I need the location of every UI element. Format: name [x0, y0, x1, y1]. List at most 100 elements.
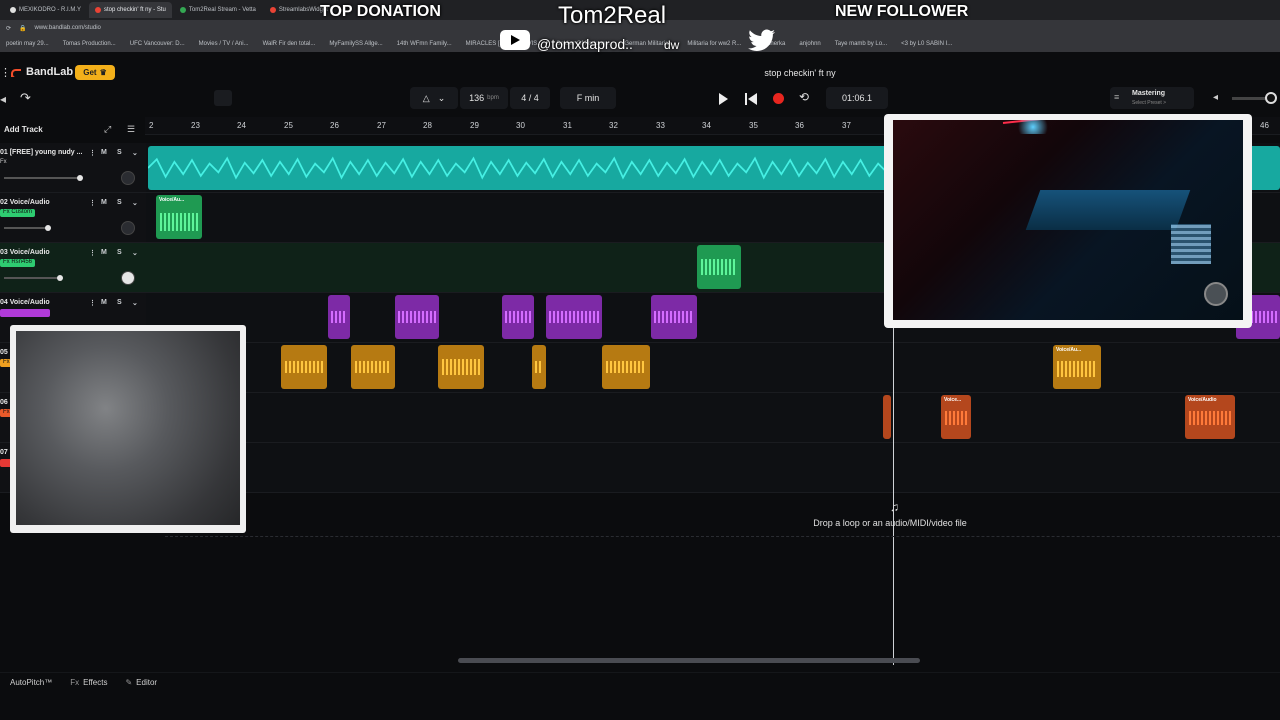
bookmark[interactable]: Militaria for ww2 R... — [687, 41, 741, 47]
solo-button[interactable]: S — [117, 199, 122, 206]
track-name[interactable]: 03 Voice/Audio — [0, 249, 50, 256]
time-signature-field[interactable]: 4 / 4 — [510, 87, 550, 109]
pan-knob[interactable] — [121, 271, 135, 285]
autopitch-button[interactable]: AutoPitch™ — [10, 678, 52, 687]
grid-toggle-button[interactable] — [214, 90, 232, 106]
audio-clip[interactable]: Voice/Au... — [1053, 345, 1101, 389]
audio-clip[interactable] — [602, 345, 650, 389]
browser-tab[interactable]: MEXIKODRO - R.I.M.Y — [4, 2, 87, 18]
more-icon[interactable]: ⋮ — [89, 299, 96, 307]
chevron-down-icon[interactable]: ⌄ — [132, 249, 138, 257]
track-volume-slider[interactable] — [4, 177, 82, 179]
track-lane[interactable]: Voice... Voice/Audio — [146, 393, 1280, 443]
undo-icon[interactable]: ◂ — [0, 92, 6, 106]
horizontal-scrollbar[interactable] — [458, 658, 920, 663]
reload-icon[interactable]: ⟳ — [6, 25, 11, 32]
track-name[interactable]: 04 Voice/Audio — [0, 299, 50, 306]
loop-icon[interactable]: ⟲ — [799, 90, 809, 104]
audio-clip[interactable] — [697, 245, 741, 289]
song-title[interactable]: stop checkin' ft ny — [700, 68, 900, 78]
metronome-button[interactable]: △ ⌄ — [410, 87, 458, 109]
mute-button[interactable]: M — [101, 149, 107, 156]
volume-handle[interactable] — [57, 275, 63, 281]
audio-clip[interactable] — [328, 295, 350, 339]
mastering-button[interactable]: ≡ Mastering Select Preset > — [1110, 87, 1194, 109]
more-icon[interactable]: ⋮ — [89, 199, 96, 207]
track-header[interactable]: 02 Voice/Audio Fx Custom ⋮ M S ⌄ — [0, 193, 146, 243]
pan-knob[interactable] — [121, 221, 135, 235]
fx-tag[interactable] — [0, 309, 50, 317]
add-track-button[interactable]: Add Track — [4, 125, 43, 134]
audio-clip[interactable] — [351, 345, 395, 389]
track-header[interactable]: 03 Voice/Audio Fx Rsn456 ⋮ M S ⌄ — [0, 243, 146, 293]
bookmark[interactable]: WalR Fir den total... — [263, 41, 316, 47]
editor-button[interactable]: ✎ Editor — [125, 678, 157, 687]
drop-zone-hint[interactable]: Drop a loop or an audio/MIDI/video file — [770, 518, 1010, 528]
track-name[interactable]: 02 Voice/Audio — [0, 199, 50, 206]
volume-icon[interactable]: ◂ — [1213, 92, 1218, 103]
audio-clip[interactable] — [532, 345, 546, 389]
pan-knob[interactable] — [121, 171, 135, 185]
tab-favicon-icon — [179, 7, 186, 13]
bookmark[interactable]: UFC Vancouver: D... — [130, 41, 185, 47]
audio-clip[interactable] — [281, 345, 327, 389]
bandlab-logo[interactable]: BandLab — [10, 66, 73, 78]
tab-label: stop checkin' ft ny - Stu — [104, 7, 166, 13]
volume-handle[interactable] — [45, 225, 51, 231]
brand-name: BandLab — [26, 66, 74, 78]
track-volume-slider[interactable] — [4, 227, 50, 229]
audio-clip[interactable]: Voice... — [941, 395, 971, 439]
master-volume-handle[interactable] — [1265, 92, 1277, 104]
chevron-down-icon[interactable]: ⌄ — [132, 149, 138, 157]
audio-clip[interactable] — [502, 295, 534, 339]
fx-tag[interactable]: Fx Rsn456 — [0, 259, 36, 267]
chevron-down-icon[interactable]: ⌄ — [132, 199, 138, 207]
redo-icon[interactable]: ↷ — [20, 90, 31, 106]
track-header[interactable]: 01 [FREE] young nudy ... Fx M S ⌄ ⋮ — [0, 143, 146, 193]
solo-button[interactable]: S — [117, 249, 122, 256]
key-field[interactable]: F min — [560, 87, 616, 109]
chevron-down-icon[interactable]: ⌄ — [132, 299, 138, 307]
settings-icon[interactable]: ☰ — [127, 124, 135, 135]
bookmark[interactable]: <3 by L0 SABIN I... — [901, 41, 952, 47]
volume-handle[interactable] — [77, 175, 83, 181]
audio-clip[interactable] — [395, 295, 439, 339]
more-icon[interactable]: ⋮ — [89, 149, 96, 157]
bookmark[interactable]: Taye mamb by Lo... — [835, 41, 887, 47]
skip-back-icon[interactable] — [745, 93, 757, 105]
browser-tab[interactable]: Tom2Real Stream - Vetta — [174, 2, 262, 18]
effects-button[interactable]: Fx Effects — [70, 678, 107, 687]
fx-tag[interactable]: Fx Custom — [0, 209, 36, 217]
browser-tab-active[interactable]: stop checkin' ft ny - Stu — [89, 2, 172, 18]
audio-clip[interactable] — [546, 295, 602, 339]
track-name[interactable]: 01 [FREE] young nudy ... — [0, 149, 82, 156]
play-icon[interactable] — [719, 93, 728, 105]
master-volume-slider[interactable] — [1232, 97, 1268, 100]
track-volume-slider[interactable] — [4, 277, 62, 279]
get-premium-button[interactable]: Get ♛ — [75, 65, 115, 80]
solo-button[interactable]: S — [117, 299, 122, 306]
bookmark[interactable]: anjohnn — [799, 41, 820, 47]
audio-clip[interactable] — [651, 295, 697, 339]
bookmark[interactable]: 14th WFmn Family... — [397, 41, 452, 47]
fx-tag[interactable]: Fx — [0, 159, 7, 165]
bookmark[interactable]: MyFamilySS Allge... — [329, 41, 382, 47]
audio-clip[interactable]: Voice/Audio — [1185, 395, 1235, 439]
tempo-field[interactable]: 136 bpm — [460, 87, 508, 109]
solo-button[interactable]: S — [117, 149, 122, 156]
automation-icon[interactable]: ⤢ — [104, 124, 111, 135]
mute-button[interactable]: M — [101, 249, 107, 256]
more-icon[interactable]: ⋮ — [89, 249, 96, 257]
track-lane[interactable] — [146, 443, 1280, 493]
mute-button[interactable]: M — [101, 299, 107, 306]
record-icon[interactable] — [773, 93, 784, 104]
mute-button[interactable]: M — [101, 199, 107, 206]
bookmark[interactable]: Movies / TV / Ani... — [199, 41, 249, 47]
audio-clip[interactable]: Voice/Au... — [156, 195, 202, 239]
playhead[interactable] — [893, 320, 894, 665]
track-lane[interactable]: Voice/Au... — [146, 343, 1280, 393]
bookmark[interactable]: Tomas Production... — [63, 41, 116, 47]
audio-clip[interactable] — [883, 395, 891, 439]
audio-clip[interactable] — [438, 345, 484, 389]
bookmark[interactable]: poetin may 29... — [6, 41, 49, 47]
